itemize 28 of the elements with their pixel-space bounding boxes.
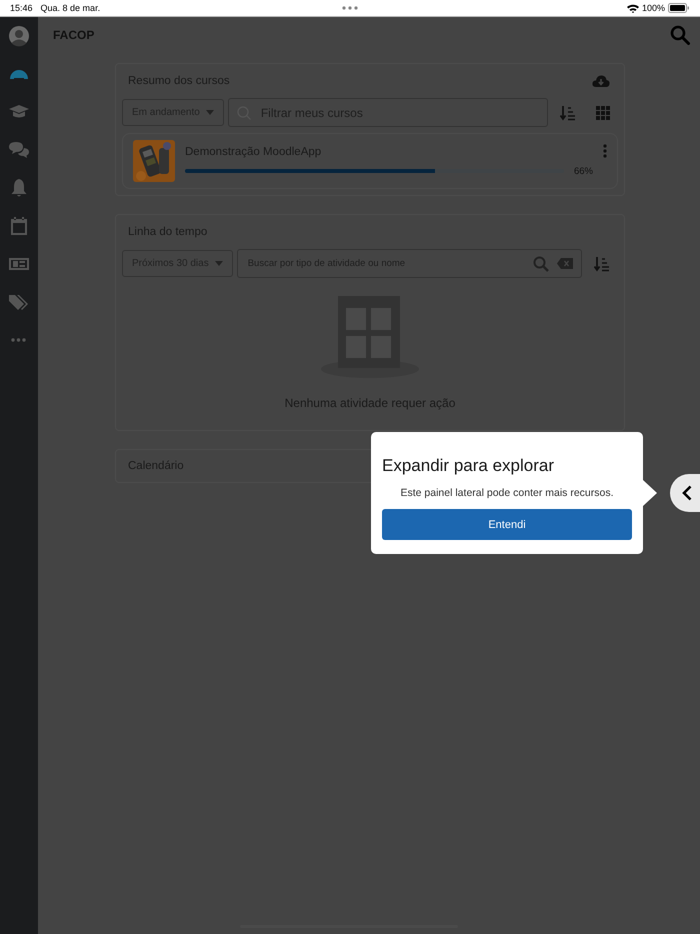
avatar-icon	[8, 25, 30, 47]
calendar-icon	[8, 215, 30, 237]
sidebar-item[interactable]	[8, 139, 30, 161]
cloud-download-icon[interactable]	[592, 74, 610, 88]
more-icon	[11, 338, 26, 342]
chevron-left-icon	[682, 485, 692, 501]
grid-icon[interactable]	[596, 106, 610, 120]
battery-icon	[668, 3, 690, 13]
popover-title: Expandir para explorar	[382, 456, 555, 476]
battery-percent: 100%	[642, 3, 665, 13]
status-time: 15:46	[10, 3, 33, 13]
sidebar-item[interactable]	[8, 25, 30, 47]
more-icon	[342, 6, 358, 10]
search-icon[interactable]	[670, 25, 690, 45]
caret-icon	[206, 110, 214, 115]
side-panel-toggle[interactable]	[670, 474, 700, 512]
got-it-button[interactable]: Entendi	[382, 509, 632, 540]
chat-bubbles-icon	[8, 139, 30, 161]
sort-icon[interactable]	[560, 104, 576, 120]
sort-icon[interactable]	[594, 256, 610, 272]
status-date: Qua. 8 de mar.	[40, 3, 100, 13]
clear-icon[interactable]	[557, 258, 573, 269]
popover-message: Este painel lateral pode conter mais recursos.	[399, 487, 615, 499]
sidebar-item[interactable]	[8, 215, 30, 237]
kebab-menu-icon[interactable]	[603, 144, 607, 158]
caret-icon	[214, 261, 223, 266]
wifi-icon	[626, 4, 639, 12]
search-icon[interactable]	[533, 256, 549, 272]
